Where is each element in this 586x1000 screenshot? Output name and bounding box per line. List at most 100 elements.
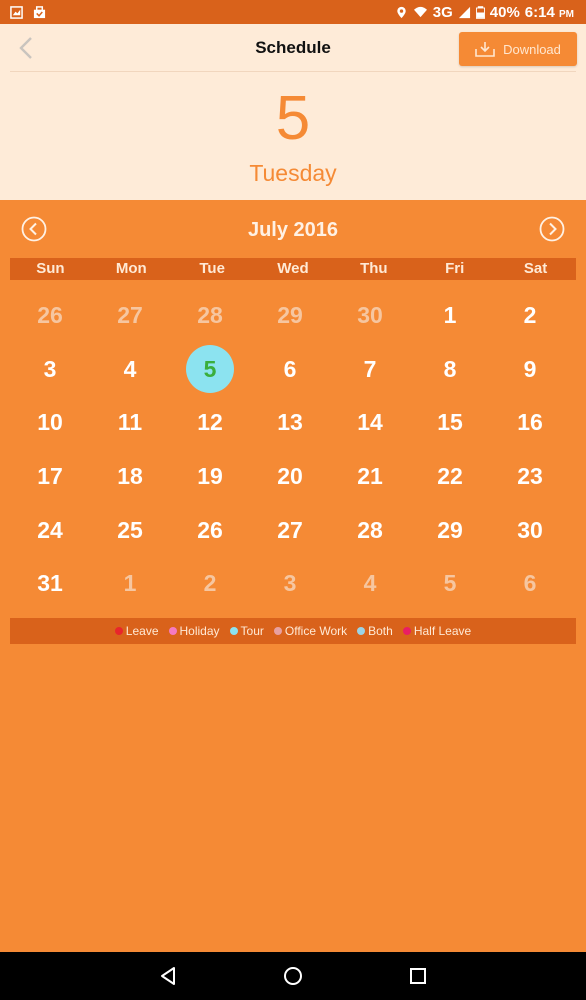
status-left — [10, 5, 46, 19]
month-navigation: July 2016 — [0, 200, 586, 258]
battery-percent: 40% — [489, 3, 520, 21]
download-label: Download — [503, 41, 561, 57]
weekday-label: Wed — [277, 260, 309, 277]
day-number: 26 — [37, 302, 63, 329]
day-cell[interactable]: 9 — [490, 343, 570, 397]
day-cell[interactable]: 3 — [250, 557, 330, 611]
day-number: 8 — [443, 355, 457, 382]
day-number: 4 — [123, 355, 137, 382]
calendar-week-row: 24 25 26 27 28 29 30 — [10, 503, 570, 557]
day-cell[interactable]: 2 — [170, 557, 250, 611]
bag-notification-icon — [33, 5, 46, 18]
legend-item: Leave — [114, 624, 159, 638]
day-cell[interactable]: 31 — [10, 557, 90, 611]
clock-ampm: PM — [559, 8, 574, 20]
day-cell[interactable]: 21 — [330, 450, 410, 504]
home-nav-icon[interactable] — [281, 964, 305, 988]
download-icon — [475, 42, 495, 57]
day-cell[interactable]: 2 — [490, 289, 570, 343]
day-number: 5 — [186, 345, 234, 394]
weekday-label: Mon — [115, 260, 147, 277]
day-cell[interactable]: 29 — [410, 503, 490, 557]
wifi-icon — [413, 6, 427, 17]
image-notification-icon — [10, 5, 23, 19]
app-header: Schedule Download — [0, 24, 586, 72]
day-number: 9 — [523, 355, 537, 382]
day-cell[interactable]: 25 — [90, 503, 170, 557]
day-cell[interactable]: 22 — [410, 450, 490, 504]
legend-label: Tour — [240, 624, 264, 638]
calendar-week-row: 26 27 28 29 30 1 2 — [10, 289, 570, 343]
day-cell[interactable]: 14 — [330, 396, 410, 450]
day-number: 24 — [37, 516, 63, 543]
day-cell[interactable]: 26 — [170, 503, 250, 557]
next-month-button[interactable] — [539, 216, 565, 242]
day-number: 14 — [357, 409, 383, 436]
day-number: 31 — [37, 570, 63, 597]
day-cell[interactable]: 1 — [410, 289, 490, 343]
day-cell[interactable]: 30 — [330, 289, 410, 343]
day-cell[interactable]: 27 — [250, 503, 330, 557]
day-number: 27 — [277, 516, 303, 543]
weekday-label: Sun — [36, 260, 65, 277]
day-number: 6 — [283, 355, 297, 382]
legend: Leave Holiday Tour Office Work Both Half Leav… — [10, 618, 576, 644]
day-cell[interactable]: 10 — [10, 396, 90, 450]
day-cell[interactable]: 24 — [10, 503, 90, 557]
day-cell[interactable]: 3 — [10, 343, 90, 397]
calendar-week-row: 17 18 19 20 21 22 23 — [10, 450, 570, 504]
day-cell[interactable]: 6 — [250, 343, 330, 397]
day-number: 15 — [437, 409, 463, 436]
day-number: 18 — [117, 463, 143, 490]
day-number: 11 — [117, 409, 143, 436]
recents-nav-icon[interactable] — [406, 964, 430, 988]
location-icon — [397, 6, 406, 18]
day-number: 4 — [363, 570, 377, 597]
day-cell[interactable]: 30 — [490, 503, 570, 557]
day-number: 3 — [283, 570, 297, 597]
legend-dot-icon — [168, 627, 177, 635]
legend-label: Leave — [125, 624, 159, 638]
calendar-week-row: 10 11 12 13 14 15 16 — [10, 396, 570, 450]
legend-dot-icon — [357, 627, 366, 635]
day-cell[interactable]: 19 — [170, 450, 250, 504]
day-cell[interactable]: 8 — [410, 343, 490, 397]
system-navigation-bar — [0, 952, 586, 1000]
day-cell[interactable]: 29 — [250, 289, 330, 343]
day-cell[interactable]: 12 — [170, 396, 250, 450]
day-number: 21 — [357, 463, 383, 490]
day-cell[interactable]: 5 — [410, 557, 490, 611]
day-cell[interactable]: 28 — [330, 503, 410, 557]
day-number: 22 — [437, 463, 463, 490]
day-cell[interactable]: 17 — [10, 450, 90, 504]
legend-item: Half Leave — [402, 624, 471, 638]
legend-dot-icon — [229, 627, 238, 635]
legend-label: Office Work — [284, 624, 348, 638]
day-cell[interactable]: 15 — [410, 396, 490, 450]
day-number: 29 — [277, 302, 303, 329]
day-cell[interactable]: 4 — [330, 557, 410, 611]
day-cell[interactable]: 27 — [90, 289, 170, 343]
day-cell[interactable]: 11 — [90, 396, 170, 450]
selected-date-panel: 5 Tuesday — [0, 72, 586, 200]
day-cell[interactable]: 18 — [90, 450, 170, 504]
legend-dot-icon — [273, 627, 282, 635]
legend-dot-icon — [114, 627, 123, 635]
day-cell[interactable]: 23 — [490, 450, 570, 504]
day-cell[interactable]: 4 — [90, 343, 170, 397]
day-number: 10 — [37, 409, 63, 436]
day-cell[interactable]: 20 — [250, 450, 330, 504]
day-cell[interactable]: 28 — [170, 289, 250, 343]
day-cell[interactable]: 26 — [10, 289, 90, 343]
day-cell[interactable]: 1 — [90, 557, 170, 611]
day-cell[interactable]: 7 — [330, 343, 410, 397]
day-cell[interactable]: 6 — [490, 557, 570, 611]
day-cell[interactable]: 16 — [490, 396, 570, 450]
calendar-week-row: 31 1 2 3 4 5 6 — [10, 557, 570, 611]
selected-day-cell[interactable]: 5 — [170, 343, 250, 397]
back-nav-icon[interactable] — [156, 964, 180, 988]
day-number: 28 — [197, 302, 223, 329]
day-cell[interactable]: 13 — [250, 396, 330, 450]
selected-day-number: 5 — [275, 84, 311, 153]
download-button[interactable]: Download — [459, 32, 577, 66]
